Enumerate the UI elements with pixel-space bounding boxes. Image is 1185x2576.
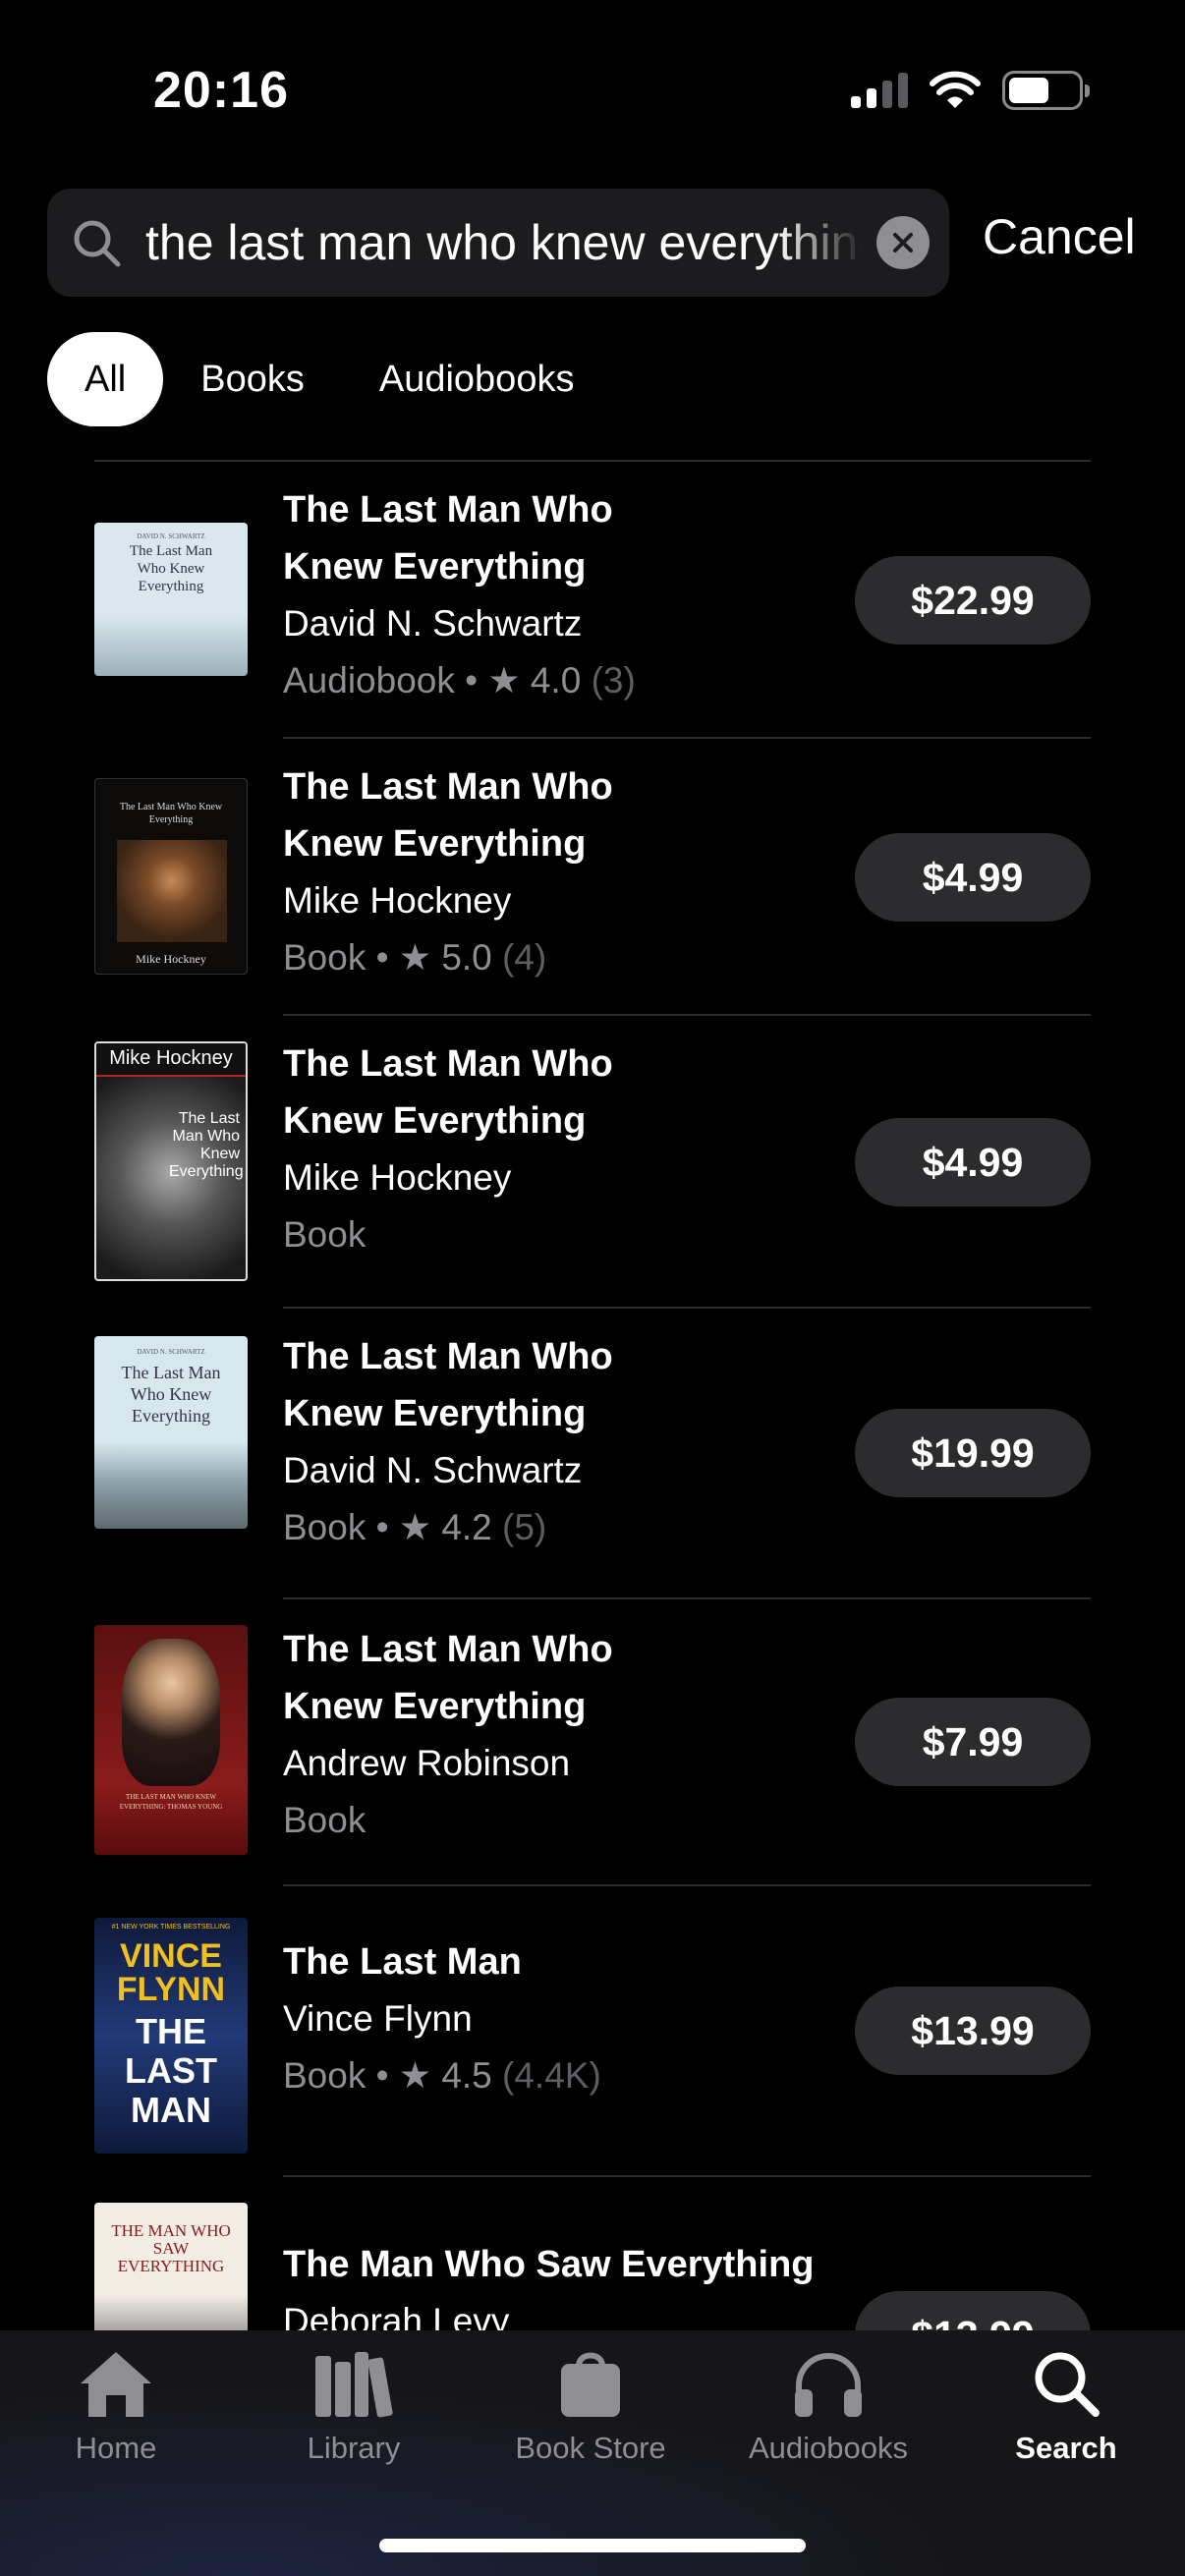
book-author: David N. Schwartz xyxy=(283,603,583,644)
close-icon xyxy=(893,233,913,252)
battery-icon xyxy=(1002,71,1090,110)
book-title: The Last Man Who xyxy=(283,766,613,808)
result-row[interactable]: The Last Man Who Knew Everything Mike Ho… xyxy=(0,739,1185,1016)
book-cover: The Last Man Who Knew Everything Mike Ho… xyxy=(94,778,248,975)
star-icon: ★ xyxy=(398,1507,432,1547)
tab-book-store[interactable]: Book Store xyxy=(482,2348,699,2466)
book-meta: Book • ★ 4.5 (4.4K) xyxy=(283,2055,601,2096)
price-button[interactable]: $19.99 xyxy=(855,1409,1091,1497)
cancel-button[interactable]: Cancel xyxy=(983,208,1136,265)
filter-audiobooks[interactable]: Audiobooks xyxy=(342,332,612,426)
book-author: David N. Schwartz xyxy=(283,1450,583,1490)
results-list[interactable]: DAVID N. SCHWARTZ The Last Man Who Knew … xyxy=(0,462,1185,2330)
book-cover: DAVID N. SCHWARTZ The Last Man Who Knew … xyxy=(94,1336,248,1529)
book-author: Vince Flynn xyxy=(283,1998,473,2039)
book-title: The Last Man Who xyxy=(283,1629,613,1670)
book-title: The Last Man xyxy=(283,1941,522,1983)
result-row[interactable]: DAVID N. SCHWARTZ The Last Man Who Knew … xyxy=(0,1309,1185,1599)
book-title: Knew Everything xyxy=(283,1393,587,1434)
price-button[interactable]: $22.99 xyxy=(855,556,1091,644)
book-author: Andrew Robinson xyxy=(283,1743,571,1783)
book-cover: Mike Hockney The Last Man Who Knew Every… xyxy=(94,1041,248,1281)
star-icon: ★ xyxy=(398,2055,432,2096)
price-button[interactable]: $4.99 xyxy=(855,833,1091,922)
book-meta: Book • ★ 5.0 (4) xyxy=(283,937,547,978)
tab-home[interactable]: Home xyxy=(8,2348,224,2466)
filter-all[interactable]: All xyxy=(47,332,164,426)
book-cover: DAVID N. SCHWARTZ The Last Man Who Knew … xyxy=(94,523,248,676)
result-row[interactable]: THE MAN WHO SAW EVERYTHING The Man Who S… xyxy=(0,2175,1185,2330)
search-icon xyxy=(74,220,121,267)
cellular-signal-icon xyxy=(851,73,908,108)
book-meta: Audiobook • ★ 4.0 (3) xyxy=(283,660,636,700)
tab-audiobooks[interactable]: Audiobooks xyxy=(720,2348,936,2466)
book-author: Mike Hockney xyxy=(283,880,512,921)
tab-library[interactable]: Library xyxy=(246,2348,462,2466)
result-row[interactable]: THE LAST MAN WHO KNEW EVERYTHING: THOMAS… xyxy=(0,1599,1185,1886)
price-button[interactable]: $4.99 xyxy=(855,1118,1091,1206)
book-author: Mike Hockney xyxy=(283,1157,512,1198)
book-meta: Book xyxy=(283,1214,367,1255)
magnifier-icon xyxy=(1035,2352,1100,2417)
star-icon: ★ xyxy=(487,660,521,700)
book-title: Knew Everything xyxy=(283,1100,587,1142)
headphones-icon xyxy=(795,2353,862,2417)
result-row[interactable]: #1 NEW YORK TIMES BESTSELLING VINCE FLYN… xyxy=(0,1886,1185,2177)
status-icons xyxy=(851,71,1090,110)
home-indicator[interactable] xyxy=(379,2539,806,2552)
book-title: The Last Man Who xyxy=(283,1336,613,1377)
tab-search[interactable]: Search xyxy=(958,2348,1174,2466)
book-cover: THE LAST MAN WHO KNEW EVERYTHING: THOMAS… xyxy=(94,1625,248,1855)
price-button[interactable]: $13.99 xyxy=(855,1987,1091,2075)
book-title: The Man Who Saw Everything xyxy=(283,2244,815,2285)
book-meta: Book • ★ 4.2 (5) xyxy=(283,1507,547,1547)
status-time: 20:16 xyxy=(153,62,289,119)
book-cover: #1 NEW YORK TIMES BESTSELLING VINCE FLYN… xyxy=(94,1918,248,2154)
books-icon xyxy=(315,2352,393,2418)
book-title: Knew Everything xyxy=(283,1686,587,1727)
wifi-icon xyxy=(930,71,981,108)
search-field[interactable]: the last man who knew everything xyxy=(47,189,949,297)
book-title: The Last Man Who xyxy=(283,1043,613,1085)
price-button[interactable]: $7.99 xyxy=(855,1698,1091,1786)
book-title: Knew Everything xyxy=(283,823,587,865)
result-row[interactable]: DAVID N. SCHWARTZ The Last Man Who Knew … xyxy=(0,462,1185,739)
star-icon: ★ xyxy=(398,937,432,978)
filter-books[interactable]: Books xyxy=(163,332,342,426)
filter-chips: All Books Audiobooks xyxy=(47,332,611,426)
book-title: Knew Everything xyxy=(283,546,587,588)
house-icon xyxy=(81,2352,151,2417)
book-title: The Last Man Who xyxy=(283,489,613,531)
book-meta: Book xyxy=(283,1800,367,1840)
shopping-bag-icon xyxy=(561,2352,620,2417)
book-cover: THE MAN WHO SAW EVERYTHING xyxy=(94,2203,248,2330)
book-author: Deborah Levy xyxy=(283,2301,510,2330)
price-button[interactable]: $13.99 xyxy=(855,2291,1091,2330)
search-input[interactable]: the last man who knew everything xyxy=(145,214,863,271)
clear-search-button[interactable] xyxy=(876,216,930,269)
result-row[interactable]: Mike Hockney The Last Man Who Knew Every… xyxy=(0,1016,1185,1309)
